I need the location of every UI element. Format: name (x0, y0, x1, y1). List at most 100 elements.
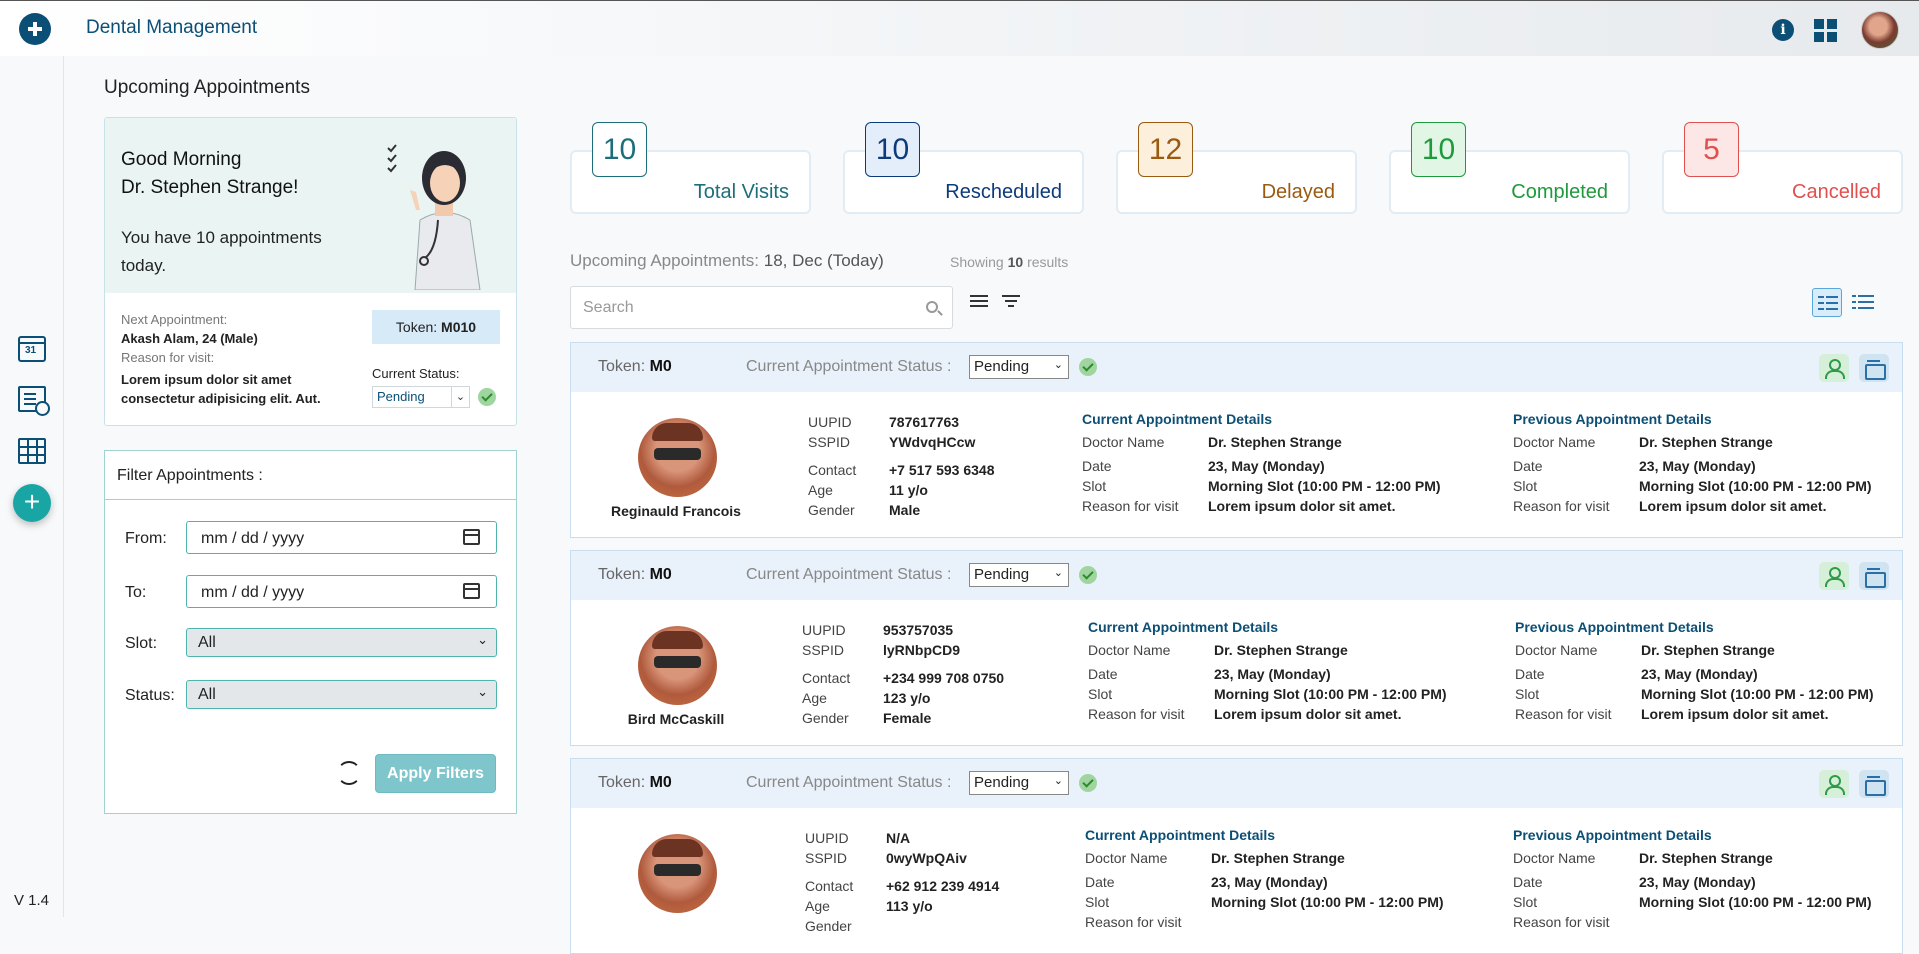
stat-card[interactable]: 12 Delayed (1116, 122, 1357, 214)
chevron-down-icon: ⌄ (477, 632, 488, 647)
info-icon[interactable]: i (1772, 19, 1794, 41)
gender-label: Gender (805, 918, 852, 934)
calendar-icon[interactable] (463, 583, 480, 599)
doctor-value: Dr. Stephen Strange (1208, 434, 1342, 450)
history-button[interactable] (1859, 354, 1889, 382)
token-label: Token: (395, 319, 442, 335)
slot-value: Morning Slot (10:00 PM - 12:00 PM) (1214, 686, 1447, 702)
token-value: M0 (649, 358, 672, 375)
apps-grid-icon[interactable] (1814, 19, 1838, 43)
prev-reason-label: Reason for visit (1513, 914, 1610, 930)
next-appointment-value: Akash Alam, 24 (Male) (121, 331, 258, 346)
status-select[interactable]: All ⌄ (186, 680, 497, 709)
uupid-label: UUPID (808, 414, 852, 430)
search-input[interactable]: Search (570, 286, 953, 329)
status-value: Pending (974, 358, 1030, 375)
slot-label: Slot (1082, 478, 1107, 494)
date-label: Date (1085, 874, 1115, 890)
age-label: Age (802, 690, 827, 706)
prev-date-label: Date (1513, 874, 1543, 890)
showing-count: 10 (1007, 254, 1024, 270)
age-value: 113 y/o (886, 898, 933, 914)
prev-doctor-value: Dr. Stephen Strange (1639, 850, 1773, 866)
to-date-input[interactable]: mm / dd / yyyy (186, 575, 497, 608)
doctor-label: Doctor Name (1088, 642, 1171, 658)
age-value: 123 y/o (883, 690, 931, 706)
calendar-icon[interactable] (18, 336, 46, 362)
status-value: Pending (974, 566, 1030, 583)
sspid-value: 0wyWpQAiv (886, 850, 967, 866)
prev-doctor-value: Dr. Stephen Strange (1641, 642, 1775, 658)
current-status-select[interactable]: Pending ⌄ (372, 386, 470, 408)
table-icon[interactable] (18, 438, 46, 464)
patient-name: Reginauld Francois (611, 503, 741, 519)
stat-card[interactable]: 5 Cancelled (1662, 122, 1903, 214)
status-label: Current Appointment Status : (746, 774, 952, 791)
apply-filters-button[interactable]: Apply Filters (375, 754, 496, 793)
status-select[interactable]: Pending ⌄ (969, 355, 1069, 379)
stat-label: Completed (1511, 181, 1608, 203)
confirm-check-icon[interactable] (1079, 566, 1097, 584)
prev-date-value: 23, May (Monday) (1639, 458, 1756, 474)
doctor-label: Doctor Name (1085, 850, 1168, 866)
stat-card[interactable]: 10 Rescheduled (843, 122, 1084, 214)
search-icon[interactable] (926, 301, 938, 313)
age-label: Age (808, 482, 833, 498)
status-label: Current Appointment Status : (746, 358, 952, 375)
calendar-icon[interactable] (463, 529, 480, 545)
token-label: Token: (598, 358, 646, 375)
contact-label: Contact (802, 670, 851, 686)
patient-profile-button[interactable] (1819, 770, 1849, 798)
chevron-down-icon: ⌄ (1053, 359, 1063, 371)
stat-card[interactable]: 10 Completed (1389, 122, 1630, 214)
stat-card[interactable]: 10 Total Visits (570, 122, 811, 214)
sspid-label: SSPID (805, 850, 848, 866)
appointment-card: Token: M0 Current Appointment Status : Pen… (570, 550, 1903, 746)
stat-label: Rescheduled (945, 181, 1062, 203)
add-button[interactable]: + (13, 484, 51, 522)
confirm-check-icon[interactable] (478, 388, 496, 406)
status-select[interactable]: Pending ⌄ (969, 771, 1069, 795)
slot-value: Morning Slot (10:00 PM - 12:00 PM) (1208, 478, 1441, 494)
schedule-list-icon[interactable] (18, 386, 50, 416)
token-label: Token: (598, 566, 646, 583)
confirm-check-icon[interactable] (1079, 358, 1097, 376)
results-count: Showing 10 results (950, 254, 1068, 270)
next-appointment-label: Next Appointment: (121, 312, 228, 327)
from-date-input[interactable]: mm / dd / yyyy (186, 521, 497, 554)
app-logo-icon[interactable] (19, 13, 51, 45)
status-label: Status: (125, 687, 175, 704)
adjust-icon[interactable] (970, 293, 988, 309)
list-header-label: Upcoming Appointments: (570, 251, 759, 270)
version-label: V 1.4 (14, 892, 50, 909)
stat-label: Delayed (1261, 181, 1335, 203)
card-token: Token: M0 (598, 566, 672, 584)
token-label: Token: (598, 774, 646, 791)
history-button[interactable] (1859, 562, 1889, 590)
current-details-title: Current Appointment Details (1082, 411, 1273, 427)
status-select[interactable]: Pending ⌄ (969, 563, 1069, 587)
contact-value: +234 999 708 0750 (883, 670, 1005, 686)
greeting-line-2: Dr. Stephen Strange! (121, 177, 299, 198)
top-bar: Dental Management i (0, 0, 1919, 56)
filter-icon[interactable] (1002, 294, 1020, 308)
uupid-value: 787617763 (889, 414, 960, 430)
card-view-icon[interactable] (1812, 288, 1842, 317)
prev-reason-label: Reason for visit (1513, 498, 1610, 514)
refresh-icon[interactable] (337, 761, 361, 785)
page-title: Upcoming Appointments (104, 77, 310, 98)
history-button[interactable] (1859, 770, 1889, 798)
stat-number: 10 (592, 122, 647, 177)
patient-profile-button[interactable] (1819, 354, 1849, 382)
prev-reason-label: Reason for visit (1515, 706, 1612, 722)
prev-doctor-label: Doctor Name (1513, 434, 1596, 450)
date-value: 23, May (Monday) (1214, 666, 1331, 682)
appointment-card: Token: M0 Current Appointment Status : Pen… (570, 342, 1903, 538)
user-avatar[interactable] (1861, 11, 1899, 49)
status-value: Pending (974, 774, 1030, 791)
confirm-check-icon[interactable] (1079, 774, 1097, 792)
patient-profile-button[interactable] (1819, 562, 1849, 590)
prev-date-value: 23, May (Monday) (1641, 666, 1758, 682)
list-view-icon[interactable] (1848, 288, 1878, 317)
slot-select[interactable]: All ⌄ (186, 628, 497, 657)
